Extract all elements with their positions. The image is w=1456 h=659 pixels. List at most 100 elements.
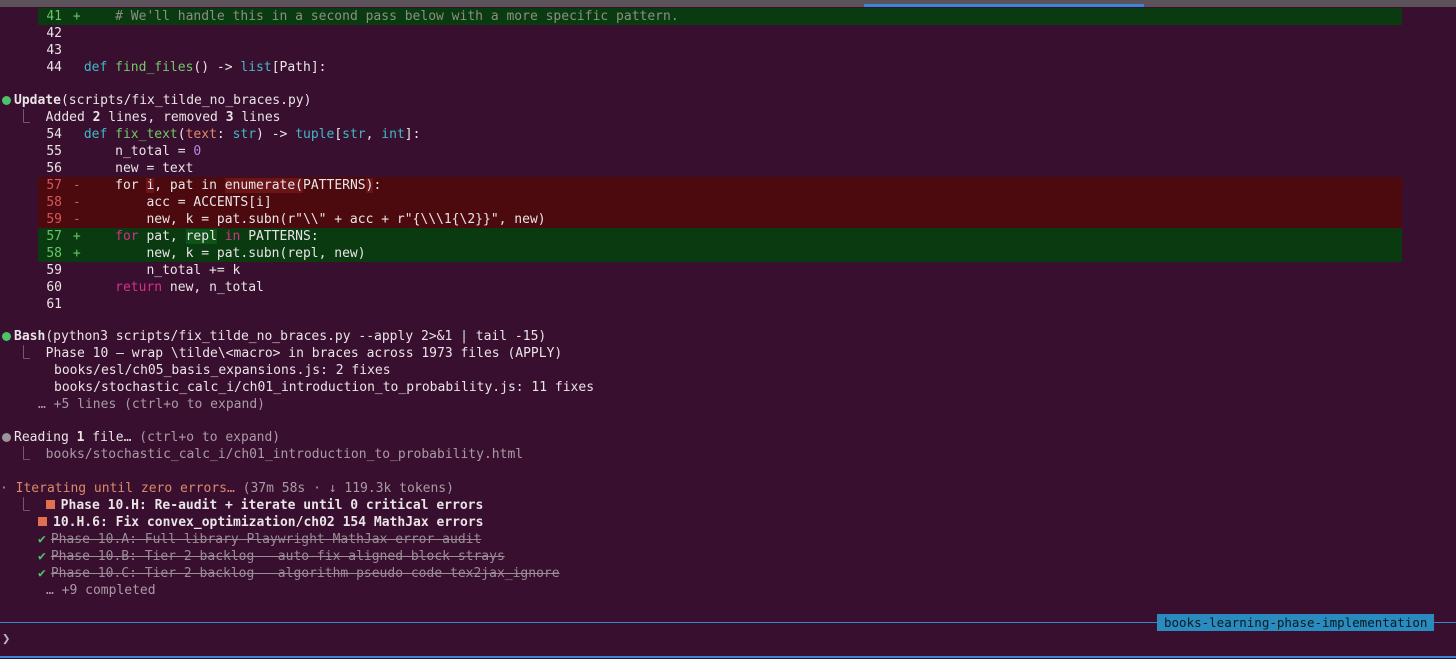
tool-name: Bash bbox=[14, 329, 46, 344]
diff-line: 43 bbox=[38, 42, 1402, 59]
diff-marker: - bbox=[72, 178, 81, 193]
diff-line-added: 57 + for pat, repl in PATTERNS: bbox=[38, 228, 1402, 245]
bash-output-line: ⎿ Phase 10 — wrap \tilde\<macro> in brac… bbox=[17, 345, 562, 362]
code-type: list bbox=[240, 60, 272, 75]
in-progress-square-icon bbox=[38, 517, 47, 526]
pending-dot-icon bbox=[2, 433, 11, 442]
reading-label: Reading bbox=[14, 430, 77, 445]
line-number: 54 bbox=[46, 127, 62, 142]
tree-branch-icon: ⎿ bbox=[17, 110, 31, 125]
prompt-input[interactable]: ❯ bbox=[2, 631, 10, 647]
bash-header[interactable]: Bash(python3 scripts/fix_tilde_no_braces… bbox=[2, 328, 546, 345]
line-number: 57 bbox=[46, 229, 62, 244]
expand-hint[interactable]: … +5 lines (ctrl+o to expand) bbox=[38, 396, 265, 413]
task-item: ✔ Phase 10.B: Tier 2 backlog — auto-fix a… bbox=[38, 548, 505, 565]
update-header[interactable]: Update(scripts/fix_tilde_no_braces.py) bbox=[2, 92, 311, 109]
line-number: 59 bbox=[46, 263, 62, 278]
task-label: Phase 10.H: Re-audit + iterate until 0 c… bbox=[60, 498, 484, 513]
line-number: 41 bbox=[46, 9, 62, 24]
code-keyword: def bbox=[83, 60, 108, 75]
line-number: 55 bbox=[46, 144, 62, 159]
status-meta: (37m 58s · ↓ 119.3k tokens) bbox=[234, 481, 454, 496]
task-label: Phase 10.B: Tier 2 backlog — auto-fix al… bbox=[50, 549, 505, 564]
expand-hint: (ctrl+o to expand) bbox=[131, 430, 281, 445]
line-number: 44 bbox=[46, 60, 62, 75]
diff-marker: + bbox=[72, 9, 81, 24]
task-item: ✔ Phase 10.A: Full library Playwright Mat… bbox=[38, 531, 481, 548]
active-tab-indicator[interactable] bbox=[864, 4, 1144, 7]
diff-line: 61 bbox=[38, 296, 1402, 313]
summary-text: lines bbox=[233, 110, 281, 125]
task-item: 10.H.6: Fix convex_optimization/ch02 154… bbox=[38, 514, 483, 531]
checkmark-icon: ✔ bbox=[38, 549, 46, 564]
line-number: 42 bbox=[46, 26, 62, 41]
window-top-bar bbox=[0, 0, 1456, 7]
code-text: new, k = pat.subn(repl, new) bbox=[83, 246, 366, 261]
update-summary: ⎿ Added 2 lines, removed 3 lines bbox=[17, 109, 281, 126]
code-comment: # We'll handle this in a second pass bel… bbox=[115, 9, 679, 24]
code-text: () -> bbox=[193, 60, 241, 75]
checkmark-icon: ✔ bbox=[38, 566, 46, 581]
diff-line-removed: 57 - for i, pat in enumerate(PATTERNS): bbox=[38, 177, 1402, 194]
task-item: ✔ Phase 10.C: Tier 2 backlog — algorithm … bbox=[38, 565, 560, 582]
code-text: new = text bbox=[83, 161, 194, 176]
bash-output-line: books/esl/ch05_basis_expansions.js: 2 fi… bbox=[54, 363, 391, 378]
in-progress-square-icon bbox=[45, 500, 55, 509]
file-path: books/stochastic_calc_i/ch01_introductio… bbox=[45, 447, 524, 462]
code-text: acc = ACCENTS[i] bbox=[83, 195, 272, 210]
removed-count: 3 bbox=[225, 110, 234, 125]
input-bottom-border bbox=[0, 656, 1456, 658]
tool-argument: (scripts/fix_tilde_no_braces.py) bbox=[60, 93, 312, 108]
diff-line: 59 n_total += k bbox=[38, 262, 1402, 279]
task-label: 10.H.6: Fix convex_optimization/ch02 154… bbox=[53, 515, 484, 530]
branch-badge: books-learning-phase-implementation bbox=[1157, 614, 1435, 631]
tasks-more: … +9 completed bbox=[46, 583, 156, 598]
tool-argument: (python3 scripts/fix_tilde_no_braces.py … bbox=[45, 329, 547, 344]
code-text: [Path]: bbox=[271, 60, 327, 75]
diff-line-added: 58 + new, k = pat.subn(repl, new) bbox=[38, 245, 1402, 262]
line-number: 58 bbox=[46, 195, 62, 210]
task-item: ⎿ Phase 10.H: Re-audit + iterate until 0… bbox=[17, 497, 483, 514]
diff-line: 56 new = text bbox=[38, 160, 1402, 177]
reading-header[interactable]: Reading 1 file… (ctrl+o to expand) bbox=[2, 429, 280, 446]
reading-suffix: file… bbox=[84, 430, 132, 445]
diff-marker: - bbox=[72, 195, 81, 210]
success-dot-icon bbox=[2, 96, 11, 105]
line-number: 60 bbox=[46, 280, 62, 295]
tree-branch-icon: ⎿ bbox=[17, 346, 31, 361]
tree-branch-icon: ⎿ bbox=[17, 498, 31, 513]
diff-line: 44 def find_files() -> list[Path]: bbox=[38, 59, 1402, 76]
diff-line: 60 return new, n_total bbox=[38, 279, 1402, 296]
bash-output-line: books/stochastic_calc_i/ch01_introductio… bbox=[54, 380, 595, 395]
reading-path-line: ⎿ books/stochastic_calc_i/ch01_introduct… bbox=[17, 446, 523, 463]
code-text: n_total = bbox=[83, 144, 194, 159]
task-label: Phase 10.C: Tier 2 backlog — algorithm p… bbox=[50, 566, 560, 581]
output-text: Phase 10 — wrap \tilde\<macro> in braces… bbox=[45, 346, 563, 361]
summary-text: Added bbox=[45, 110, 93, 125]
diff-line-removed: 59 - new, k = pat.subn(r"\\" + acc + r"{… bbox=[38, 211, 1402, 228]
status-text: · Iterating until zero errors… bbox=[0, 481, 235, 496]
tree-branch-icon: ⎿ bbox=[17, 447, 31, 462]
tool-name: Update bbox=[14, 93, 61, 108]
task-label: Phase 10.A: Full library Playwright Math… bbox=[50, 532, 482, 547]
line-number: 43 bbox=[46, 43, 62, 58]
diff-line: 42 bbox=[38, 25, 1402, 42]
code-number: 0 bbox=[193, 144, 202, 159]
diff-marker: + bbox=[72, 246, 81, 261]
code-text: n_total += k bbox=[83, 263, 241, 278]
line-number: 57 bbox=[46, 178, 62, 193]
diff-marker: + bbox=[72, 229, 81, 244]
summary-text: lines, removed bbox=[100, 110, 226, 125]
status-line: · Iterating until zero errors… (37m 58s … bbox=[0, 480, 454, 497]
code-function: find_files bbox=[115, 60, 194, 75]
diff-line: 54 def fix_text(text: str) -> tuple[str,… bbox=[38, 126, 1402, 143]
checkmark-icon: ✔ bbox=[38, 532, 46, 547]
line-number: 59 bbox=[46, 212, 62, 227]
code-text: new, k = pat.subn(r"\\" + acc + r"{\\\1{… bbox=[83, 212, 546, 227]
line-number: 56 bbox=[46, 161, 62, 176]
diff-line: 55 n_total = 0 bbox=[38, 143, 1402, 160]
diff-line-added: 41 + # We'll handle this in a second pas… bbox=[38, 8, 1402, 25]
success-dot-icon bbox=[2, 332, 11, 341]
diff-line-removed: 58 - acc = ACCENTS[i] bbox=[38, 194, 1402, 211]
line-number: 61 bbox=[46, 297, 62, 312]
